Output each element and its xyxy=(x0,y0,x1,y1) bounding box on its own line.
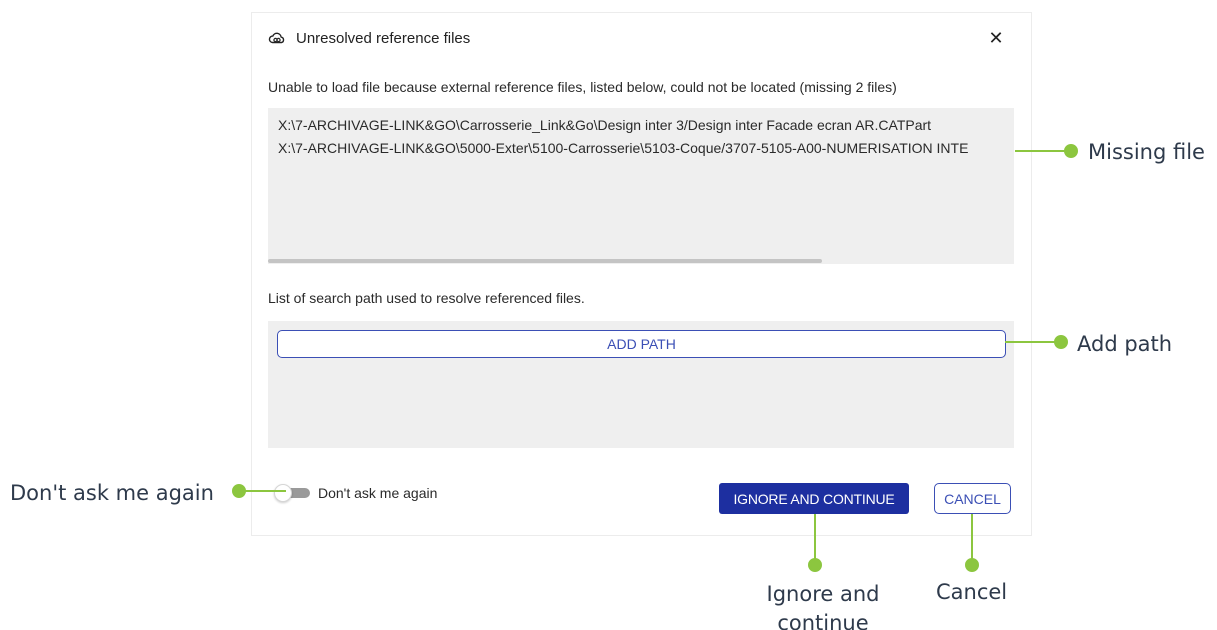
dialog-title: Unresolved reference files xyxy=(296,29,471,47)
dont-ask-toggle-row[interactable]: Don't ask me again xyxy=(274,484,438,502)
cancel-callout: Cancel xyxy=(936,580,1008,604)
search-path-list: ADD PATH xyxy=(268,321,1014,448)
dont-ask-callout-dot xyxy=(232,484,246,498)
error-message: Unable to load file because external ref… xyxy=(268,79,897,95)
cloud-link-icon xyxy=(268,29,286,47)
scrollbar-thumb[interactable] xyxy=(268,259,822,263)
ignore-and-continue-callout: Ignore and continue xyxy=(766,582,880,630)
missing-file-callout: Missing file xyxy=(1088,140,1205,164)
cancel-callout-dot xyxy=(965,558,979,572)
missing-file-item: X:\7-ARCHIVAGE-LINK&GO\Carrosserie_Link&… xyxy=(278,117,932,133)
ignore-and-continue-button[interactable]: IGNORE AND CONTINUE xyxy=(719,483,909,514)
dialog-header: Unresolved reference files ✕ xyxy=(268,27,1011,49)
missing-file-callout-dot xyxy=(1064,144,1078,158)
dont-ask-toggle[interactable] xyxy=(274,484,310,502)
add-path-button[interactable]: ADD PATH xyxy=(277,330,1006,358)
add-path-callout: Add path xyxy=(1077,332,1173,356)
dont-ask-callout: Don't ask me again xyxy=(10,481,214,505)
missing-files-list: X:\7-ARCHIVAGE-LINK&GO\Carrosserie_Link&… xyxy=(268,108,1014,264)
search-path-label: List of search path used to resolve refe… xyxy=(268,290,585,306)
horizontal-scrollbar[interactable] xyxy=(268,258,1014,264)
missing-file-item: X:\7-ARCHIVAGE-LINK&GO\5000-Exter\5100-C… xyxy=(278,140,969,156)
cancel-button[interactable]: CANCEL xyxy=(934,483,1011,514)
ignore-callout-dot xyxy=(808,558,822,572)
unresolved-reference-dialog: Unresolved reference files ✕ Unable to l… xyxy=(251,12,1032,536)
add-path-callout-dot xyxy=(1054,335,1068,349)
dont-ask-label: Don't ask me again xyxy=(318,485,438,501)
toggle-knob xyxy=(274,484,292,502)
close-button[interactable]: ✕ xyxy=(985,27,1007,49)
